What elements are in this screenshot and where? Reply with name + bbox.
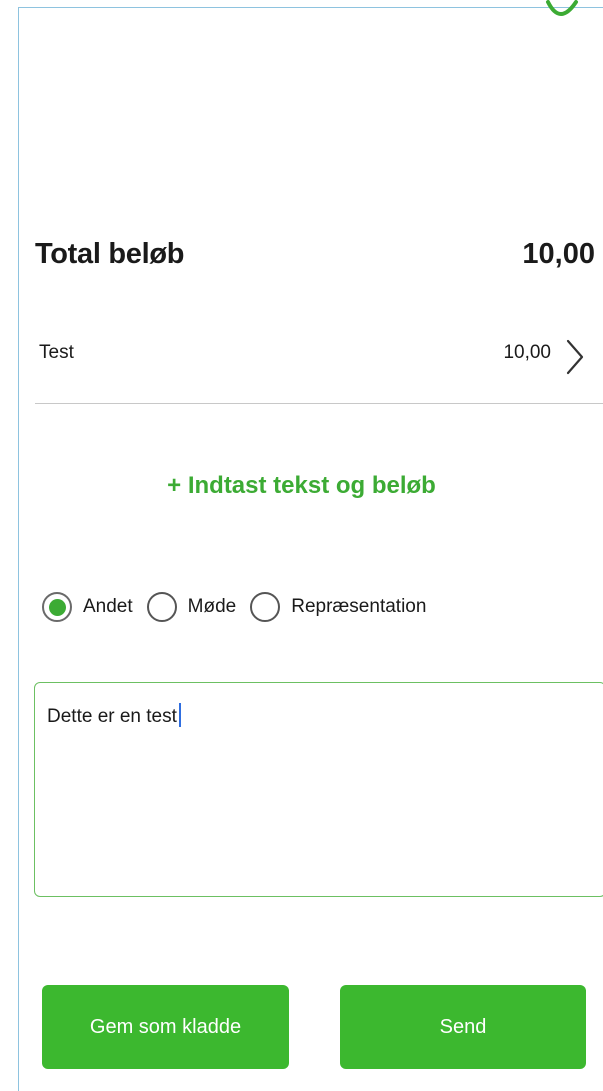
- radio-checked-icon: [42, 592, 72, 622]
- line-item-name: Test: [39, 342, 74, 363]
- note-text: Dette er en test: [47, 706, 177, 727]
- send-button[interactable]: Send: [340, 985, 586, 1069]
- total-value: 10,00: [522, 238, 595, 270]
- radio-repraesentation[interactable]: Repræsentation: [250, 592, 426, 622]
- radio-unchecked-icon: [250, 592, 281, 622]
- note-textarea[interactable]: Dette er en test: [34, 682, 603, 897]
- check-icon: [540, 0, 580, 30]
- save-draft-button[interactable]: Gem som kladde: [42, 985, 289, 1069]
- text-caret: [178, 703, 181, 727]
- radio-label-mode: Møde: [187, 596, 237, 617]
- line-item-row[interactable]: Test 10,00: [35, 328, 603, 404]
- total-label: Total beløb: [35, 238, 185, 270]
- app-frame: [18, 7, 603, 1091]
- line-item-amount: 10,00: [503, 342, 551, 363]
- chevron-right-icon: [565, 338, 585, 376]
- radio-unchecked-icon: [146, 592, 177, 622]
- radio-label-repraesentation: Repræsentation: [291, 596, 427, 617]
- radio-mode[interactable]: Møde: [146, 592, 237, 622]
- radio-andet[interactable]: Andet: [42, 592, 133, 622]
- category-radio-group: Andet Møde Repræsentation: [42, 592, 440, 622]
- radio-label-andet: Andet: [83, 596, 133, 617]
- add-entry-link[interactable]: + Indtast tekst og beløb: [0, 472, 603, 500]
